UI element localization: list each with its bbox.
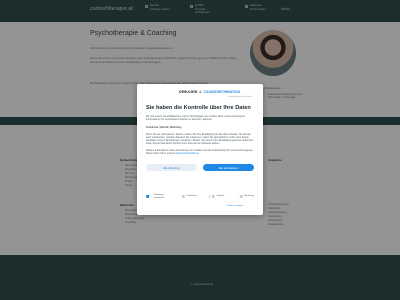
consent-purposes: Funktional, Statistik, Marketing xyxy=(146,126,182,129)
toggle-marketing[interactable]: Marketing xyxy=(236,194,254,199)
reject-all-button[interactable]: Alle ablehnen xyxy=(146,164,197,171)
toggle-switch[interactable] xyxy=(236,194,243,199)
brand-ampersand: & xyxy=(199,89,202,94)
toggle-label: Funktional xyxy=(186,195,197,198)
consent-toggles: Unbedingt erforderlich Funktional Statis… xyxy=(146,194,254,199)
toggle-label: Statistik xyxy=(216,195,225,198)
toggle-label: Marketing xyxy=(244,195,254,198)
toggle-label: Unbedingt erforderlich xyxy=(153,194,165,199)
cookieinformation-logo: COOKIEINFORMATION xyxy=(203,89,240,94)
consent-title: Sie haben die Kontrolle über Ihre Daten xyxy=(146,105,251,111)
onecom-logo: one.com xyxy=(179,89,198,94)
brand-subtitle: Consent Management Platform xyxy=(228,96,252,98)
toggle-switch[interactable] xyxy=(146,194,152,199)
show-details-link[interactable]: Details anzeigen xyxy=(227,205,243,207)
more-info-text: Weitere Informationen über die Nutzung v… xyxy=(146,149,253,155)
consent-body: Wenn Sie auf „Akzeptieren“ klicken, erte… xyxy=(146,133,254,145)
toggle-switch[interactable] xyxy=(179,194,186,199)
consent-intro: Wir und unsere Geschäftspartner nutzen T… xyxy=(146,115,245,121)
privacy-policy-link[interactable]: Datenschutzerklärung xyxy=(176,152,199,155)
toggle-switch[interactable] xyxy=(209,194,216,199)
accept-all-button[interactable]: Alle akzeptieren xyxy=(203,164,254,171)
toggle-functional[interactable]: Funktional xyxy=(179,194,197,199)
consent-branding: one.com & COOKIEINFORMATION xyxy=(179,89,240,94)
toggle-statistics[interactable]: Statistik xyxy=(209,194,224,199)
toggle-necessary[interactable]: Unbedingt erforderlich xyxy=(146,194,167,199)
cookie-consent-dialog: one.com & COOKIEINFORMATION Consent Mana… xyxy=(137,84,263,215)
consent-more-info: Weitere Informationen über die Nutzung v… xyxy=(146,149,254,155)
